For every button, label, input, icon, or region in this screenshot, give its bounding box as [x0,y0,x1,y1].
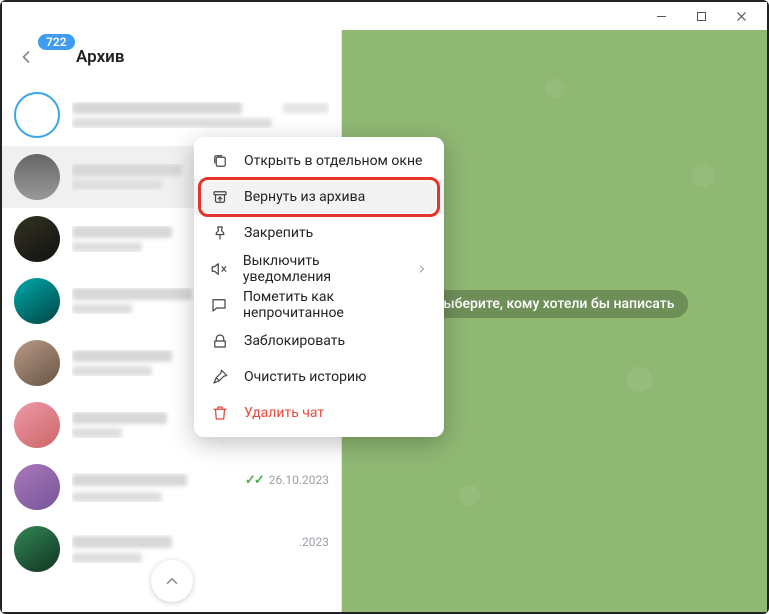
back-button[interactable] [16,47,36,67]
context-menu: Открыть в отдельном окне Вернуть из архи… [194,137,444,437]
avatar [14,216,60,262]
ctx-label: Закрепить [244,225,313,241]
chat-date: .2023 [299,535,329,549]
avatar [14,340,60,386]
ctx-delete[interactable]: Удалить чат [194,395,444,431]
ctx-clear-history[interactable]: Очистить историю [194,359,444,395]
ctx-label: Выключить уведомления [243,253,402,285]
chat-item[interactable]: ✓✓ 26.10.2023 [2,456,341,518]
ctx-label: Очистить историю [244,369,367,385]
chat-icon [210,296,229,314]
unarchive-icon [210,188,230,206]
scroll-to-top-button[interactable] [151,560,193,602]
trash-icon [210,404,230,422]
pin-icon [210,224,230,242]
avatar [14,464,60,510]
read-checks-icon: ✓✓ [245,473,263,488]
avatar [14,526,60,572]
broom-icon [210,368,230,386]
ctx-label: Заблокировать [244,333,345,349]
ctx-block[interactable]: Заблокировать [194,323,444,359]
ctx-open-separate[interactable]: Открыть в отдельном окне [194,143,444,179]
unread-badge: 722 [38,34,75,50]
ctx-mark-unread[interactable]: Пометить как непрочитанное [194,287,444,323]
new-window-icon [210,152,230,170]
ctx-label: Открыть в отдельном окне [244,153,422,169]
window-titlebar [2,2,767,30]
avatar [14,154,60,200]
chat-date: 26.10.2023 [269,473,329,487]
ctx-pin[interactable]: Закрепить [194,215,444,251]
avatar [14,278,60,324]
archive-header: 722 Архив [2,30,341,84]
mute-icon [210,260,229,278]
ctx-mute[interactable]: Выключить уведомления [194,251,444,287]
block-icon [210,332,230,350]
page-title: Архив [76,47,124,67]
chevron-right-icon [416,263,428,275]
window-close-button[interactable] [721,2,761,30]
ctx-label: Удалить чат [244,405,324,421]
ctx-unarchive[interactable]: Вернуть из архива [194,179,444,215]
ctx-label: Пометить как непрочитанное [243,289,428,321]
avatar [14,92,60,138]
ctx-label: Вернуть из архива [244,189,365,205]
window-minimize-button[interactable] [641,2,681,30]
avatar [14,402,60,448]
empty-placeholder: Выберите, кому хотели бы написать [421,290,689,318]
window-maximize-button[interactable] [681,2,721,30]
